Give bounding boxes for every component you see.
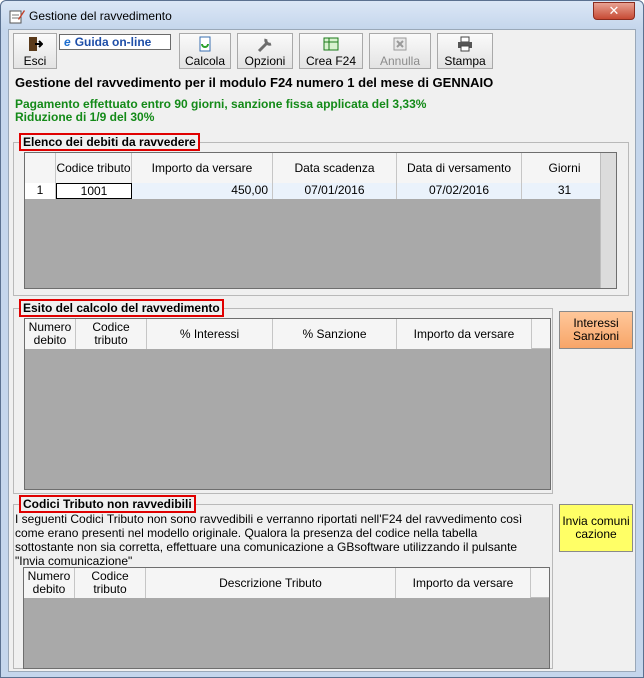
- interessi-sanzioni-button[interactable]: Interessi Sanzioni: [559, 311, 633, 349]
- esito-table-header: Numero debito Codice tributo % Interessi…: [25, 319, 550, 349]
- row-index: 1: [25, 183, 56, 199]
- codici-table: Numero debito Codice tributo Descrizione…: [23, 567, 550, 669]
- wrench-icon: [238, 36, 292, 54]
- debiti-header-importo[interactable]: Importo da versare: [132, 153, 273, 183]
- spreadsheet-icon: [300, 36, 362, 54]
- dialog-body: Esci e Guida on-line Calcola Opzioni Crea: [8, 29, 636, 672]
- giorni-cell[interactable]: 31: [522, 183, 608, 199]
- table-row[interactable]: 1 1001 450,00 07/01/2016 07/02/2016 31: [25, 183, 608, 199]
- codici-table-header: Numero debito Codice tributo Descrizione…: [24, 568, 549, 598]
- printer-icon: [438, 36, 492, 54]
- debiti-table-header: Codice tributo Importo da versare Data s…: [25, 153, 608, 183]
- crea-f24-button[interactable]: Crea F24: [299, 33, 363, 69]
- annulla-button[interactable]: Annulla: [369, 33, 431, 69]
- codici-header-importo[interactable]: Importo da versare: [396, 568, 531, 598]
- payment-info: Pagamento effettuato entro 90 giorni, sa…: [15, 97, 427, 111]
- browser-icon: e: [64, 35, 71, 49]
- calcola-label: Calcola: [184, 54, 226, 68]
- esito-header-sanzione[interactable]: % Sanzione: [273, 319, 397, 349]
- scadenza-cell[interactable]: 07/01/2016: [273, 183, 397, 199]
- stampa-label: Stampa: [444, 54, 486, 68]
- esito-header-importo[interactable]: Importo da versare: [397, 319, 532, 349]
- reduction-info: Riduzione di 1/9 del 30%: [15, 110, 155, 124]
- calculate-icon: [180, 36, 230, 54]
- page-title: Gestione del ravvedimento per il modulo …: [15, 75, 494, 90]
- annulla-label: Annulla: [379, 54, 421, 68]
- codici-header-codice[interactable]: Codice tributo: [75, 568, 146, 598]
- stampa-button[interactable]: Stampa: [437, 33, 493, 69]
- debiti-table: Codice tributo Importo da versare Data s…: [24, 152, 617, 289]
- edit-form-icon: [9, 10, 25, 24]
- esito-header-codice[interactable]: Codice tributo: [76, 319, 147, 349]
- debiti-scrollbar[interactable]: [600, 153, 616, 288]
- importo-cell[interactable]: 450,00: [132, 183, 273, 199]
- debiti-group: Elenco dei debiti da ravvedere Codice tr…: [13, 133, 629, 296]
- esito-header-numero[interactable]: Numero debito: [25, 319, 76, 349]
- esito-group: Esito del calcolo del ravvedimento Numer…: [13, 299, 553, 494]
- close-button[interactable]: ✕: [593, 2, 635, 20]
- application-window: Gestione del ravvedimento ✕ Esci e Guida …: [0, 0, 644, 678]
- toolbar: Esci e Guida on-line Calcola Opzioni Crea: [9, 30, 635, 70]
- esito-table: Numero debito Codice tributo % Interessi…: [24, 318, 551, 490]
- codici-header-numero[interactable]: Numero debito: [24, 568, 75, 598]
- esci-button[interactable]: Esci: [13, 33, 57, 69]
- crea-f24-label: Crea F24: [305, 54, 357, 68]
- invia-comunicazione-button[interactable]: Invia comuni cazione: [559, 504, 633, 552]
- window-title: Gestione del ravvedimento: [29, 9, 172, 23]
- debiti-header-scadenza[interactable]: Data scadenza: [273, 153, 397, 183]
- esito-group-label: Esito del calcolo del ravvedimento: [19, 299, 224, 317]
- versamento-cell[interactable]: 07/02/2016: [397, 183, 522, 199]
- debiti-group-label: Elenco dei debiti da ravvedere: [19, 133, 200, 151]
- debiti-header-versamento[interactable]: Data di versamento: [397, 153, 522, 183]
- opzioni-button[interactable]: Opzioni: [237, 33, 293, 69]
- codici-header-descrizione[interactable]: Descrizione Tributo: [146, 568, 396, 598]
- exit-icon: [14, 36, 56, 54]
- debiti-header-codice[interactable]: Codice tributo: [56, 153, 132, 183]
- esito-header-interessi[interactable]: % Interessi: [147, 319, 273, 349]
- guida-online-link[interactable]: e Guida on-line: [59, 34, 171, 50]
- debiti-header-index: [25, 153, 56, 183]
- debiti-header-giorni[interactable]: Giorni: [522, 153, 608, 183]
- title-bar[interactable]: Gestione del ravvedimento ✕: [1, 1, 643, 29]
- cancel-icon: [370, 36, 430, 54]
- codici-description: I seguenti Codici Tributo non sono ravve…: [15, 512, 523, 568]
- esci-label: Esci: [23, 54, 47, 68]
- codici-group-label: Codici Tributo non ravvedibili: [19, 495, 196, 513]
- opzioni-label: Opzioni: [244, 54, 286, 68]
- calcola-button[interactable]: Calcola: [179, 33, 231, 69]
- codice-tributo-cell[interactable]: 1001: [56, 183, 132, 199]
- guida-online-label: Guida on-line: [74, 35, 152, 49]
